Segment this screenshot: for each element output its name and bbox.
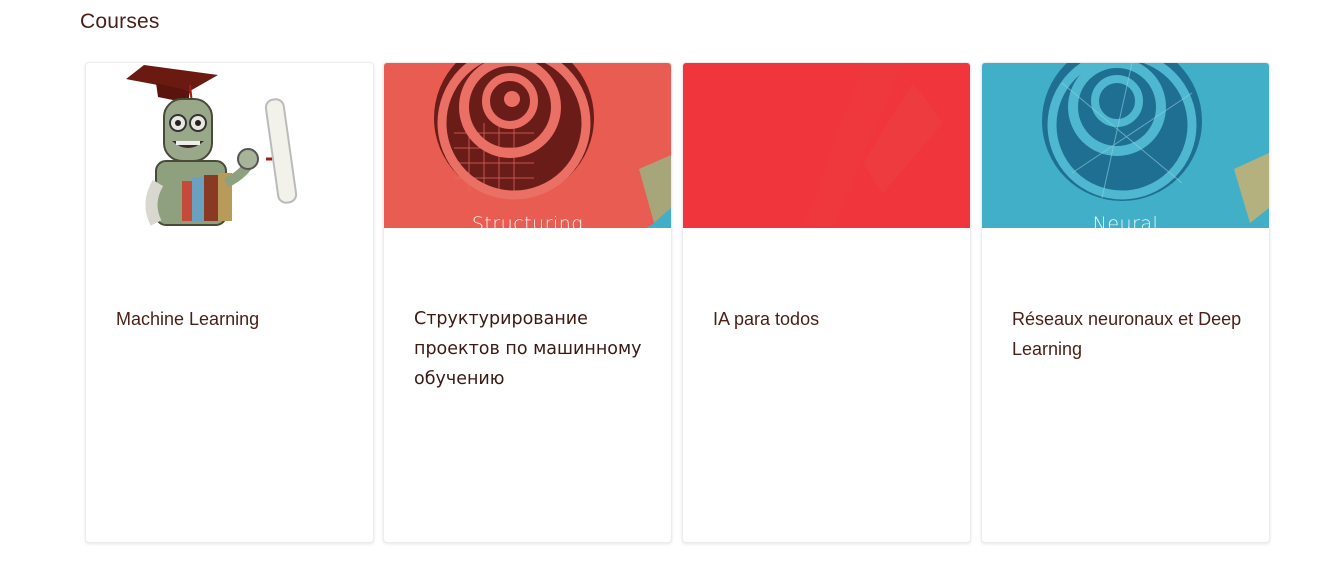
course-title[interactable]: Réseaux neuronaux et Deep Learning bbox=[1012, 304, 1242, 364]
course-title[interactable]: Machine Learning bbox=[116, 304, 346, 334]
course-title[interactable]: IA para todos bbox=[713, 304, 943, 334]
course-card-machine-learning[interactable]: Machine Learning bbox=[85, 62, 374, 543]
course-card-list: Machine Learning Structuring Структуриро… bbox=[85, 62, 1270, 543]
course-image-red-abstract[interactable] bbox=[683, 63, 970, 228]
course-card-ia-para-todos[interactable]: IA para todos bbox=[682, 62, 971, 543]
course-image-caption: Neural bbox=[1092, 213, 1159, 228]
course-card-neural-networks[interactable]: Neural Réseaux neuronaux et Deep Learnin… bbox=[981, 62, 1270, 543]
course-image-caption: Structuring bbox=[471, 213, 584, 228]
section-title: Courses bbox=[80, 10, 160, 33]
course-card-structuring-ml[interactable]: Structuring Структурирование проектов по… bbox=[383, 62, 672, 543]
course-image-red-spiral[interactable]: Structuring bbox=[384, 63, 671, 228]
course-image-blue-spiral[interactable]: Neural bbox=[982, 63, 1269, 228]
course-title[interactable]: Структурирование проектов по машинному о… bbox=[414, 304, 644, 394]
course-image-robot[interactable] bbox=[86, 63, 373, 228]
